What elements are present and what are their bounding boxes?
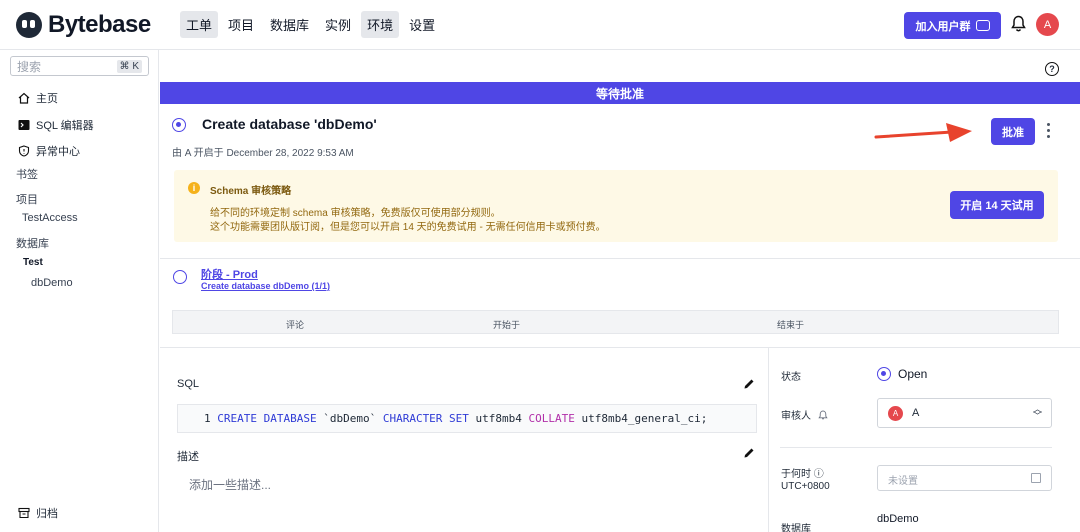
nav-databases[interactable]: 数据库 bbox=[264, 11, 315, 38]
sidebar-section-projects[interactable]: 项目 bbox=[16, 191, 38, 207]
notice-line-2: 这个功能需要团队版订阅，但是您可以开启 14 天的免费试用 - 无需任何信用卡或… bbox=[210, 222, 606, 233]
bytebase-logo[interactable]: Bytebase bbox=[16, 11, 156, 39]
column-started: 开始于 bbox=[493, 320, 521, 330]
sidebar-item-project[interactable]: TestAccess bbox=[22, 212, 78, 224]
approve-button[interactable]: 批准 bbox=[991, 118, 1035, 145]
reviewer-avatar: A bbox=[888, 406, 903, 421]
more-options-icon[interactable] bbox=[1047, 123, 1051, 140]
stage-title-link[interactable]: 阶段 - Prod bbox=[201, 266, 258, 282]
start-trial-button[interactable]: 开启 14 天试用 bbox=[950, 191, 1044, 219]
home-icon bbox=[18, 92, 30, 104]
nav-projects[interactable]: 项目 bbox=[222, 11, 260, 38]
search-shortcut: ⌘ K bbox=[116, 59, 142, 73]
schedule-label: 于何时 ⓘ bbox=[781, 469, 824, 480]
database-value[interactable]: dbDemo bbox=[877, 513, 919, 525]
notice-title: Schema 审核策略 bbox=[210, 186, 292, 197]
sidebar-item-database[interactable]: dbDemo bbox=[31, 277, 73, 289]
reviewer-label: 审核人 bbox=[781, 407, 828, 422]
search-input[interactable]: 搜索 ⌘ K bbox=[10, 56, 149, 76]
main-nav: 工单 项目 数据库 实例 环境 设置 bbox=[180, 11, 445, 38]
user-avatar[interactable]: A bbox=[1036, 13, 1059, 36]
panel-divider bbox=[768, 348, 769, 532]
divider bbox=[160, 258, 1080, 259]
reviewer-select[interactable]: A A ︿ ﹀ bbox=[877, 398, 1052, 428]
join-community-label: 加入用户群 bbox=[915, 20, 971, 33]
issue-status-icon bbox=[172, 118, 186, 132]
chevron-updown-icon: ︿ ﹀ bbox=[1033, 404, 1043, 421]
sql-line-number: 1 bbox=[204, 412, 211, 425]
sidebar-item-label: SQL 编辑器 bbox=[36, 120, 94, 132]
sql-value: utf8mb4 bbox=[468, 412, 529, 425]
sidebar-item-label: 主页 bbox=[36, 93, 58, 105]
sql-code-block[interactable]: 1 CREATE DATABASE `dbDemo` CHARACTER SET… bbox=[177, 404, 757, 433]
edit-description-icon[interactable] bbox=[743, 447, 755, 459]
feature-notice: i Schema 审核策略 给不同的环境定制 schema 审核策略，免费版仅可… bbox=[174, 170, 1058, 242]
reviewer-label-text: 审核人 bbox=[781, 411, 811, 422]
reviewer-name: A bbox=[912, 407, 920, 419]
sidebar-item-sql-editor[interactable]: SQL 编辑器 bbox=[18, 117, 94, 133]
chat-icon bbox=[975, 20, 990, 31]
timezone-label: UTC+0800 bbox=[781, 481, 830, 492]
sql-keyword: COLLATE bbox=[528, 412, 575, 425]
sidebar-section-bookmarks: 书签 bbox=[16, 169, 38, 181]
nav-issues[interactable]: 工单 bbox=[180, 11, 219, 38]
stage-icon bbox=[173, 270, 187, 284]
terminal-icon bbox=[18, 120, 30, 130]
notice-line-1: 给不同的环境定制 schema 审核策略，免费版仅可使用部分规则。 bbox=[210, 208, 501, 219]
status-open-radio bbox=[877, 367, 891, 381]
issue-meta: 由 A 开启于 December 28, 2022 9:53 AM bbox=[172, 148, 354, 159]
issue-title[interactable]: Create database 'dbDemo' bbox=[202, 116, 377, 132]
sql-label: SQL bbox=[177, 378, 200, 390]
help-icon[interactable]: ? bbox=[1045, 62, 1059, 76]
divider bbox=[160, 347, 1080, 348]
stage-task-link[interactable]: Create database dbDemo (1/1) bbox=[201, 281, 330, 291]
status-value: Open bbox=[898, 367, 928, 381]
info-icon: i bbox=[188, 182, 200, 194]
column-comment: 评论 bbox=[286, 320, 305, 330]
schedule-date-input[interactable]: 未设置 bbox=[877, 465, 1052, 491]
shield-icon bbox=[18, 145, 30, 157]
red-arrow-annotation bbox=[874, 123, 972, 142]
nav-settings[interactable]: 设置 bbox=[403, 11, 441, 38]
database-label: 数据库 bbox=[781, 524, 811, 532]
nav-environments[interactable]: 环境 bbox=[361, 11, 400, 38]
join-community-button[interactable]: 加入用户群 bbox=[904, 12, 1001, 39]
sidebar-section-databases[interactable]: 数据库 bbox=[16, 235, 49, 251]
description-label: 描述 bbox=[177, 451, 199, 463]
status-banner: 等待批准 bbox=[160, 82, 1080, 104]
calendar-icon bbox=[1031, 473, 1041, 483]
sidebar-item-anomaly[interactable]: 异常中心 bbox=[18, 143, 80, 159]
description-input[interactable]: 添加一些描述... bbox=[189, 476, 271, 493]
sql-keyword: CHARACTER SET bbox=[382, 412, 469, 425]
panel-divider bbox=[780, 447, 1052, 448]
archive-icon bbox=[18, 507, 30, 519]
search-placeholder: 搜索 bbox=[17, 59, 42, 74]
sidebar-item-label: 异常中心 bbox=[36, 146, 80, 158]
nav-instances[interactable]: 实例 bbox=[319, 11, 357, 38]
logo-icon bbox=[16, 11, 42, 38]
sidebar-item-home[interactable]: 主页 bbox=[18, 90, 58, 106]
bell-small-icon bbox=[818, 410, 828, 420]
brand-name: Bytebase bbox=[48, 10, 151, 38]
sidebar: 搜索 ⌘ K 主页 SQL 编辑器 异常中心 书签 项目 TestAccess … bbox=[0, 50, 159, 532]
sidebar-env-label: Test bbox=[23, 257, 43, 268]
status-banner-text: 等待批准 bbox=[595, 86, 644, 101]
schedule-placeholder: 未设置 bbox=[888, 476, 918, 487]
edit-sql-icon[interactable] bbox=[743, 378, 755, 390]
status-label: 状态 bbox=[781, 372, 801, 383]
sql-value: utf8mb4_general_ci; bbox=[574, 412, 708, 425]
task-table-header: 评论 开始于 结束于 bbox=[172, 310, 1059, 334]
sidebar-item-label: 归档 bbox=[36, 508, 58, 520]
sql-identifier: `dbDemo` bbox=[316, 412, 383, 425]
sidebar-item-archive[interactable]: 归档 bbox=[18, 505, 58, 521]
sql-keyword: CREATE DATABASE bbox=[217, 412, 317, 425]
column-ended: 结束于 bbox=[777, 320, 805, 330]
bell-icon[interactable] bbox=[1011, 15, 1026, 33]
